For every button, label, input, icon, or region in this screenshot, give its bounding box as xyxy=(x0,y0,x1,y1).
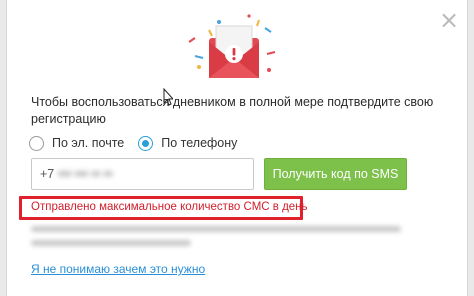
get-sms-code-button[interactable]: Получить код по SMS xyxy=(264,158,407,190)
radio-option-email[interactable]: По эл. почте xyxy=(29,135,125,151)
verify-method-group: По эл. почте По телефону xyxy=(29,134,251,152)
phone-input[interactable]: +7 ••• ••• •• •• xyxy=(31,158,254,190)
phone-number-obscured: ••• ••• •• •• xyxy=(58,167,113,181)
radio-label-phone: По телефону xyxy=(161,136,238,150)
radio-label-email: По эл. почте xyxy=(52,136,125,150)
radio-button-phone[interactable] xyxy=(138,135,154,151)
phone-prefix: +7 xyxy=(40,167,55,181)
close-icon[interactable]: × xyxy=(439,8,459,32)
verification-dialog: × Чтобы воспользоваться дневником в полн… xyxy=(6,0,468,296)
obscured-text-line xyxy=(31,240,191,246)
radio-option-phone[interactable]: По телефону xyxy=(138,135,238,151)
obscured-text-line xyxy=(31,226,401,232)
radio-button-email[interactable] xyxy=(29,135,44,151)
help-link[interactable]: Я не понимаю зачем это нужно xyxy=(31,262,205,276)
error-message: Отправлено максимальное количество СМС в… xyxy=(31,201,308,213)
page-title: Чтобы воспользоваться дневником в полной… xyxy=(31,95,434,126)
envelope-alert-icon xyxy=(179,12,289,92)
